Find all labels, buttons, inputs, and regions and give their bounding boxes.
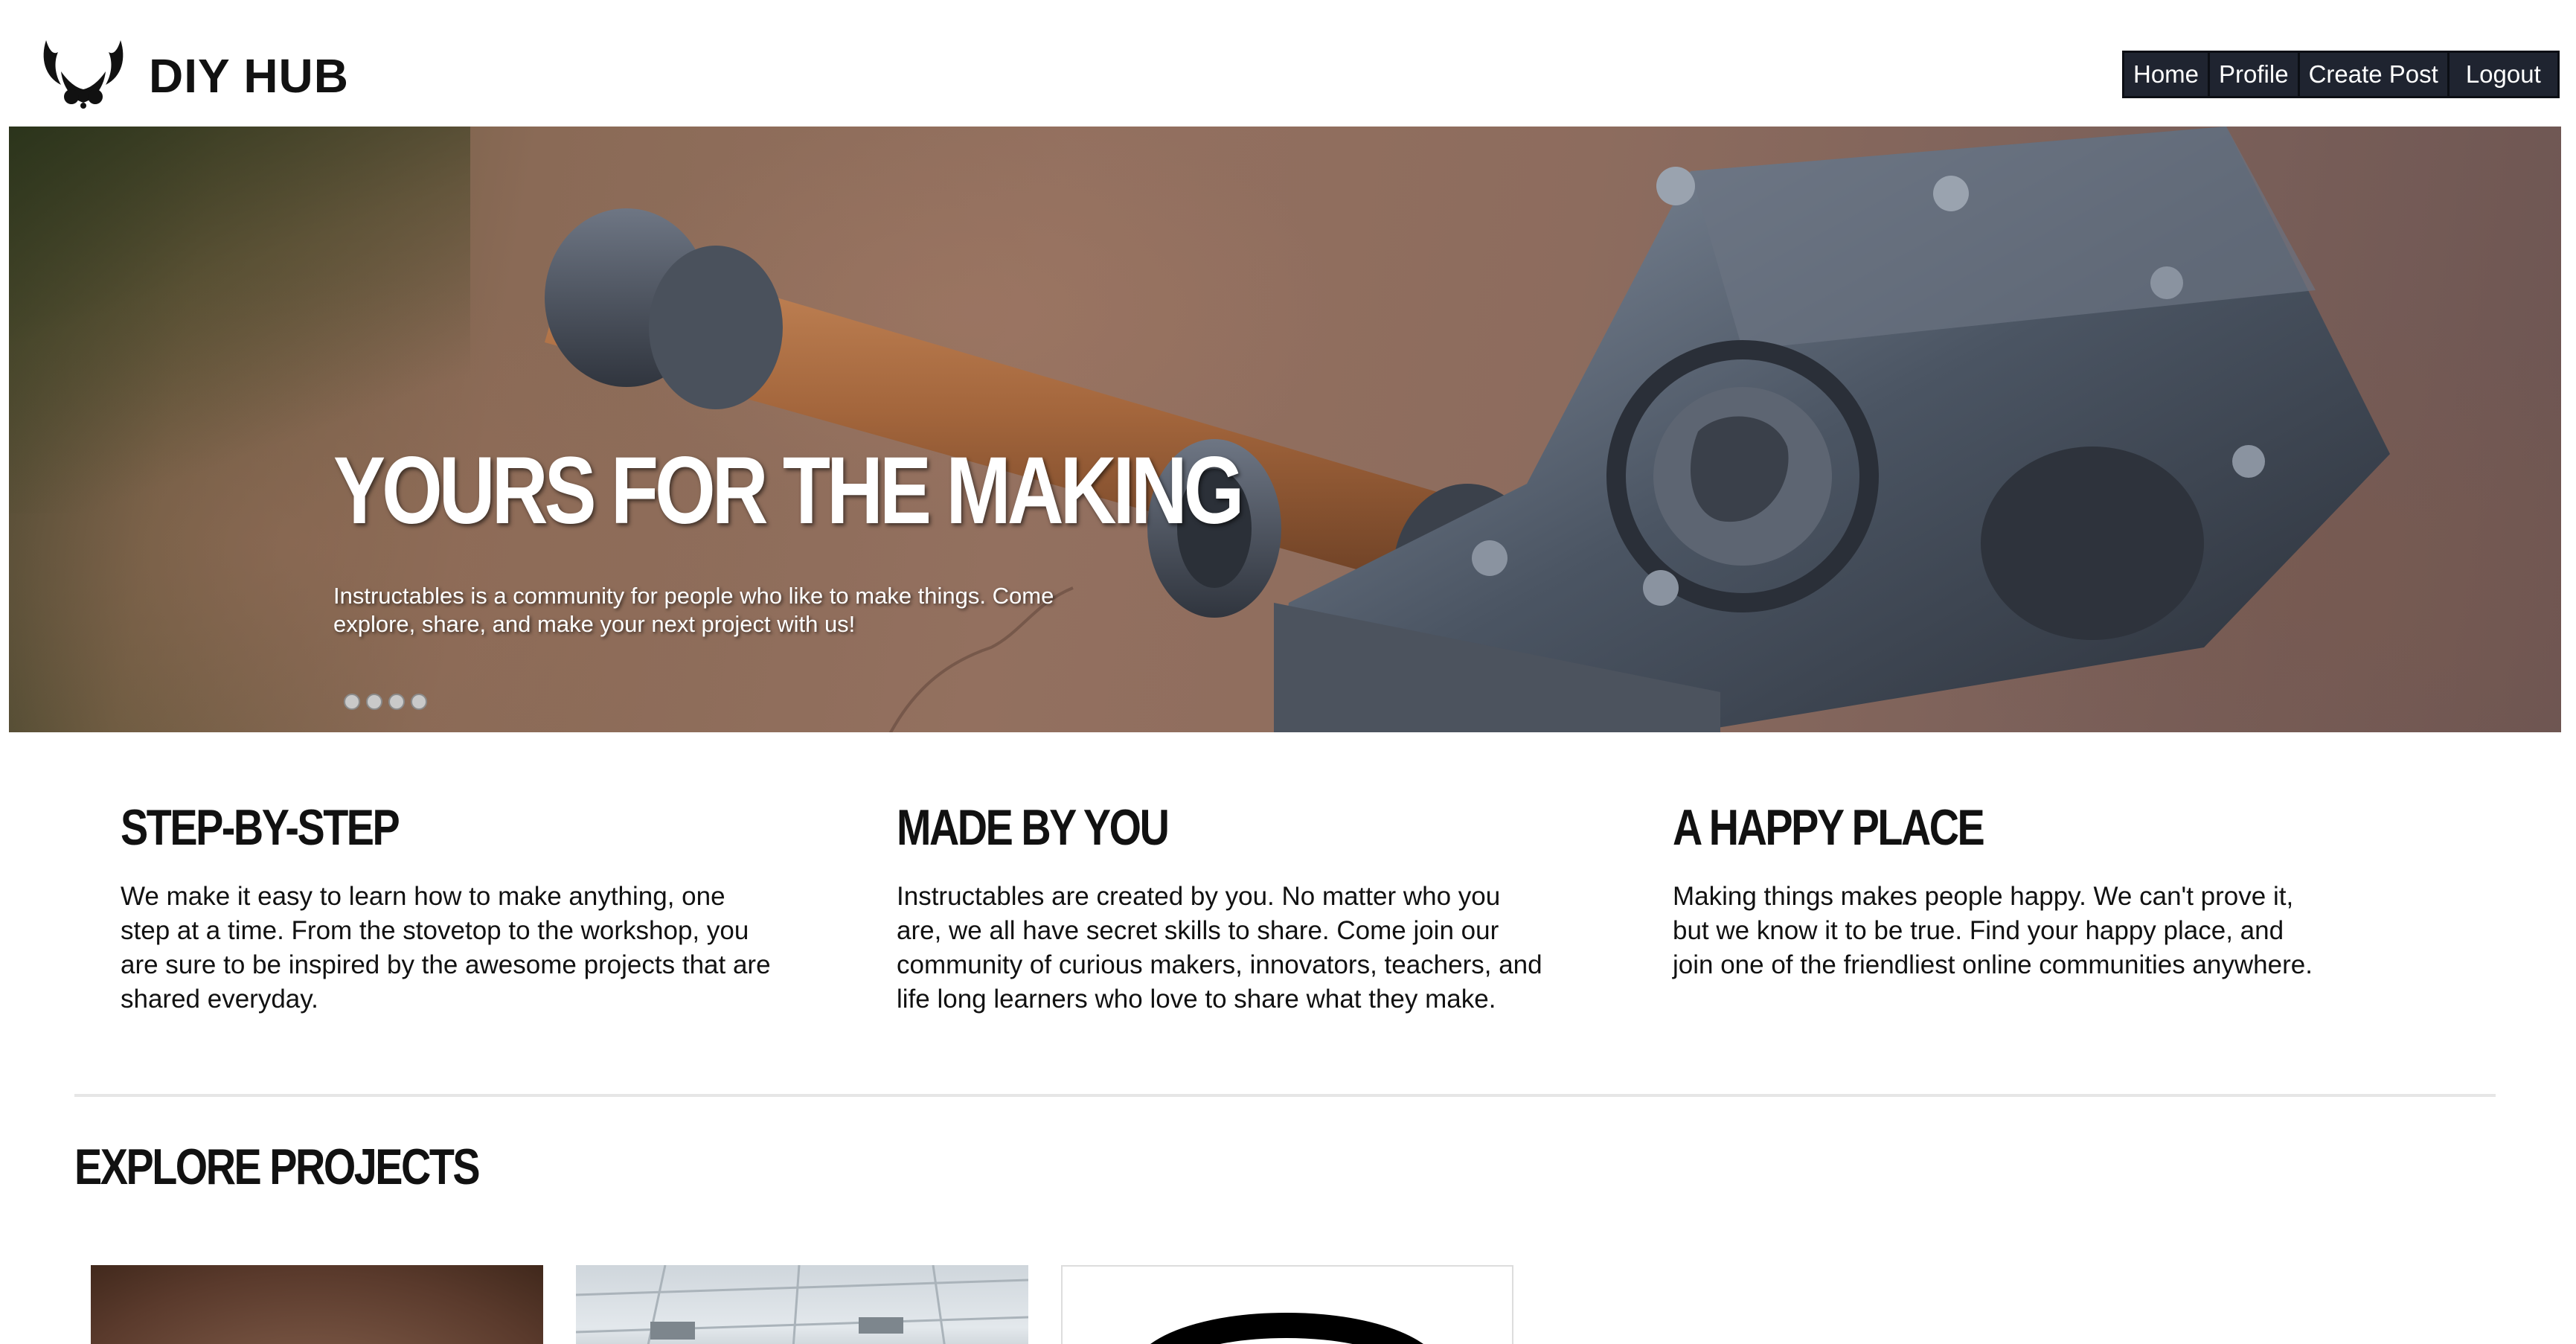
carousel-dot-1[interactable] [344,694,360,710]
feature-text: Instructables are created by you. No mat… [897,882,1542,1014]
project-card-2[interactable] [576,1265,1028,1344]
project-image [91,1265,543,1344]
feature-title: MADE BY YOU [897,799,1170,856]
nav-home[interactable]: Home [2124,53,2211,96]
circle-logo-icon [1152,1313,1423,1344]
carousel-dot-3[interactable] [388,694,405,710]
page: DIY HUB Home Profile Create Post Logout [0,0,2576,1344]
nav-logout[interactable]: Logout [2450,53,2557,96]
feature-title: STEP-BY-STEP [121,799,400,856]
carousel-dot-4[interactable] [411,694,427,710]
feature-happy-place: A HAPPY PLACE Making things makes people… [1673,796,2327,982]
hero-title: YOURS FOR THE MAKING [333,438,1244,544]
main-nav: Home Profile Create Post Logout [2122,51,2560,98]
warhammer-image [545,127,2390,732]
project-image [576,1265,1028,1344]
project-card-1[interactable] [91,1265,543,1344]
feature-title: A HAPPY PLACE [1673,799,1985,856]
explore-projects-title: EXPLORE PROJECTS [74,1139,481,1195]
hero-subtitle: Instructables is a community for people … [333,583,1054,637]
site-header: DIY HUB Home Profile Create Post Logout [0,0,2576,127]
feature-text: Making things makes people happy. We can… [1673,882,2313,979]
feature-text: We make it easy to learn how to make any… [121,882,771,1014]
carousel-dots [344,694,427,710]
carousel-dot-2[interactable] [366,694,382,710]
feature-made-by-you: MADE BY YOU Instructables are created by… [897,796,1551,1017]
nav-profile[interactable]: Profile [2210,53,2300,96]
nav-create-post[interactable]: Create Post [2300,53,2450,96]
section-divider [74,1094,2496,1097]
hero-banner: YOURS FOR THE MAKING Instructables is a … [9,127,2561,732]
feature-step-by-step: STEP-BY-STEP We make it easy to learn ho… [121,796,775,1017]
brand-name[interactable]: DIY HUB [149,49,349,103]
project-card-3[interactable] [1061,1265,1513,1344]
horned-helmet-logo-icon[interactable] [39,36,128,109]
